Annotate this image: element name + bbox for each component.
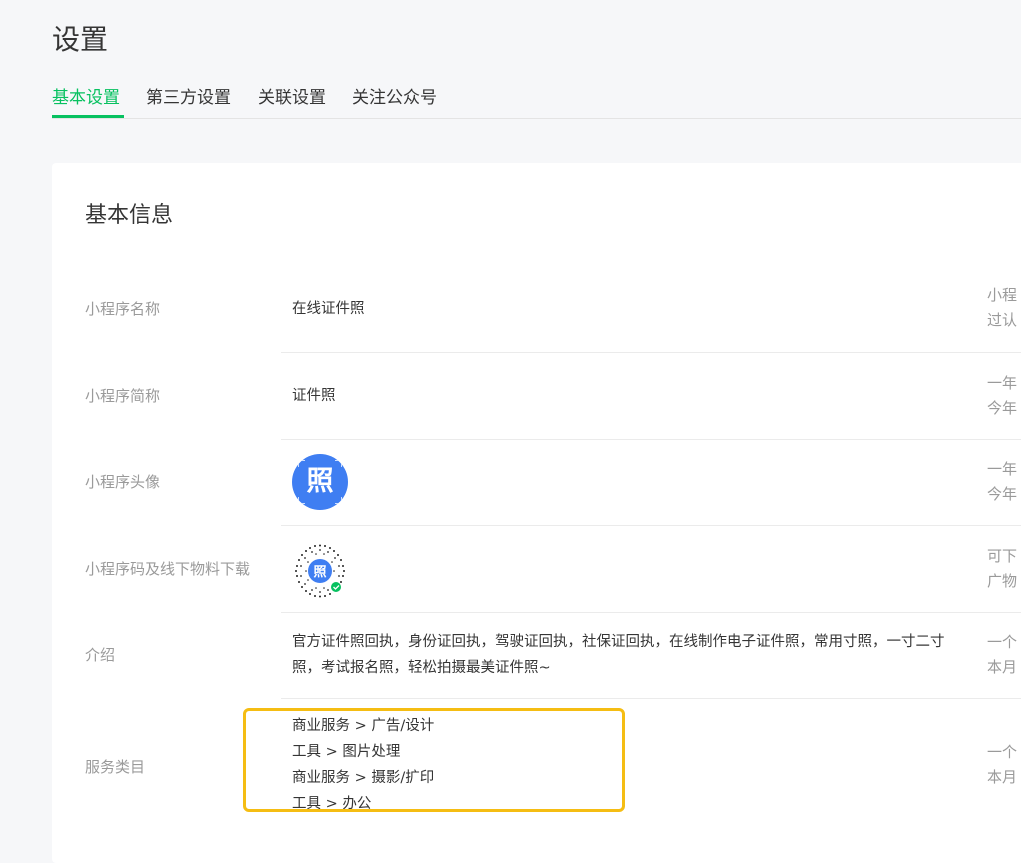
row-label: 小程序名称 [85, 300, 161, 318]
row-mini-program-name: 小程序名称 在线证件照 小程 过认 [52, 258, 1021, 353]
tab-related-settings[interactable]: 关联设置 [258, 84, 326, 112]
row-mini-program-short-name: 小程序简称 证件照 一年 今年 [52, 353, 1021, 439]
avatar-photo-icon: 照 [292, 454, 348, 510]
row-label: 小程序码及线下物料下载 [85, 560, 251, 578]
category-item: 商业服务 > 摄影/扩印 [292, 770, 435, 786]
row-hint: 可下 广物 [987, 547, 1018, 590]
svg-text:照: 照 [313, 565, 326, 580]
tab-follow-official-account[interactable]: 关注公众号 [352, 84, 437, 112]
row-service-category: 服务类目 商业服务 > 广告/设计 工具 > 图片处理 商业服务 > 摄影/扩印… [52, 699, 1021, 863]
row-hint: 一年 今年 [987, 460, 1018, 503]
row-hint: 小程 过认 [987, 286, 1018, 329]
active-tab-indicator [52, 115, 124, 118]
row-hint: 一个 本月 [987, 743, 1018, 786]
category-item: 商业服务 > 广告/设计 [292, 718, 435, 734]
category-item: 工具 > 图片处理 [292, 744, 401, 760]
service-category-list: 商业服务 > 广告/设计 工具 > 图片处理 商业服务 > 摄影/扩印 工具 >… [292, 713, 972, 817]
row-label: 小程序头像 [85, 473, 161, 491]
row-introduction: 介绍 官方证件照回执，身份证回执，驾驶证回执，社保证回执，在线制作电子证件照，常… [52, 613, 1021, 698]
row-hint: 一年 今年 [987, 374, 1018, 417]
row-mini-program-avatar: 小程序头像 照 一年 今年 [52, 440, 1021, 525]
settings-tabs: 基本设置 第三方设置 关联设置 关注公众号 [52, 84, 1021, 119]
row-label: 服务类目 [85, 758, 146, 776]
mini-program-code-icon[interactable]: 照 [292, 543, 348, 603]
mini-program-name-value: 在线证件照 [292, 301, 365, 317]
basic-info-card: 基本信息 小程序名称 在线证件照 小程 过认 小程序简称 证件照 一年 今年 小程序… [52, 163, 1021, 863]
introduction-value: 官方证件照回执，身份证回执，驾驶证回执，社保证回执，在线制作电子证件照，常用寸照… [292, 634, 945, 676]
row-label: 小程序简称 [85, 387, 161, 405]
category-item: 工具 > 办公 [292, 796, 372, 812]
row-hint: 一个 本月 [987, 633, 1018, 676]
mini-program-short-name-value: 证件照 [292, 388, 336, 404]
row-label: 介绍 [85, 646, 116, 664]
page-title: 设置 [52, 23, 109, 56]
tab-third-party-settings[interactable]: 第三方设置 [146, 84, 231, 112]
tab-basic-settings[interactable]: 基本设置 [52, 84, 120, 112]
section-title: 基本信息 [85, 203, 174, 228]
row-mini-program-code-download: 小程序码及线下物料下载 照 可下 广物 [52, 526, 1021, 612]
